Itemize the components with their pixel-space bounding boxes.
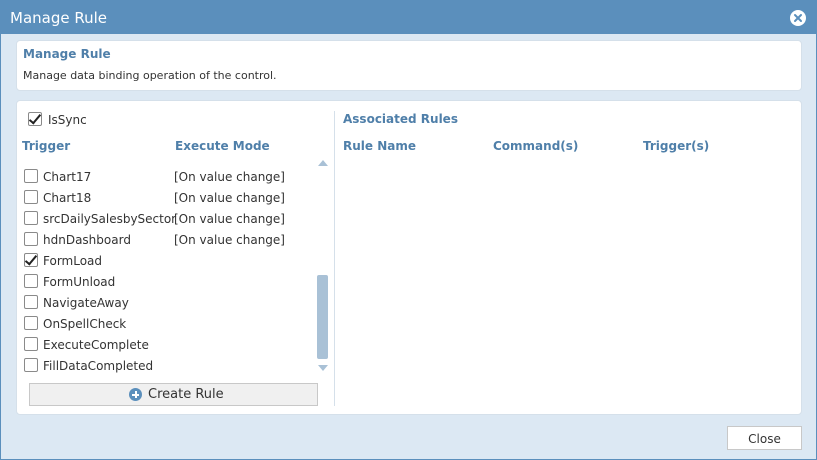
trigger-name: hdnDashboard xyxy=(43,233,131,247)
trigger-checkbox[interactable] xyxy=(24,337,38,351)
scrollbar-thumb[interactable] xyxy=(317,275,328,359)
issync-checkbox[interactable] xyxy=(28,112,42,126)
trigger-name: FormLoad xyxy=(43,254,103,268)
list-item[interactable]: hdnDashboard [On value change] xyxy=(17,228,317,249)
trigger-name: FillDataCompleted xyxy=(43,359,154,373)
rule-panel: IsSync Trigger Execute Mode Chart17 [On … xyxy=(16,100,802,415)
trigger-name: NavigateAway xyxy=(43,296,129,310)
execute-mode: [On value change] xyxy=(174,212,285,226)
trigger-name: Chart18 xyxy=(43,191,92,205)
info-title: Manage Rule xyxy=(23,47,111,61)
scroll-up-arrow-icon[interactable] xyxy=(318,160,328,166)
trigger-name: ExecuteComplete xyxy=(43,338,149,352)
trigger-checkbox[interactable] xyxy=(24,211,38,225)
scroll-down-arrow-icon[interactable] xyxy=(318,365,328,371)
dialog-title: Manage Rule xyxy=(10,9,108,27)
triggers-column-header: Trigger(s) xyxy=(643,139,710,153)
list-item[interactable]: Chart18 [On value change] xyxy=(17,186,317,207)
list-item[interactable]: Chart17 [On value change] xyxy=(17,165,317,186)
list-item[interactable]: FormUnload xyxy=(17,270,317,291)
commands-column-header: Command(s) xyxy=(493,139,579,153)
trigger-checkbox[interactable] xyxy=(24,232,38,246)
trigger-checkbox[interactable] xyxy=(24,253,38,267)
issync-label: IsSync xyxy=(48,113,87,127)
trigger-list: Chart17 [On value change] Chart18 [On va… xyxy=(17,155,317,375)
list-item[interactable]: FillDataCompleted xyxy=(17,354,317,375)
dialog-titlebar: Manage Rule xyxy=(1,1,816,34)
trigger-name: Chart17 xyxy=(43,170,92,184)
create-rule-label: Create Rule xyxy=(148,387,224,402)
execute-mode-column-header: Execute Mode xyxy=(175,139,270,153)
trigger-checkbox[interactable] xyxy=(24,169,38,183)
execute-mode: [On value change] xyxy=(174,170,285,184)
execute-mode: [On value change] xyxy=(174,191,285,205)
list-item[interactable]: NavigateAway xyxy=(17,291,317,312)
manage-rule-dialog: Manage Rule Manage Rule Manage data bind… xyxy=(0,0,817,460)
trigger-name: srcDailySalesbySector xyxy=(43,212,177,226)
list-item[interactable]: ExecuteComplete xyxy=(17,333,317,354)
close-icon[interactable] xyxy=(790,10,806,26)
list-item[interactable]: srcDailySalesbySector [On value change] xyxy=(17,207,317,228)
trigger-checkbox[interactable] xyxy=(24,274,38,288)
execute-mode: [On value change] xyxy=(174,233,285,247)
list-item[interactable]: OnSpellCheck xyxy=(17,312,317,333)
trigger-name: OnSpellCheck xyxy=(43,317,127,331)
trigger-name: FormUnload xyxy=(43,275,116,289)
trigger-checkbox[interactable] xyxy=(24,358,38,372)
trigger-checkbox[interactable] xyxy=(24,316,38,330)
close-button-label: Close xyxy=(748,432,781,446)
associated-rules-title: Associated Rules xyxy=(343,112,458,126)
info-panel: Manage Rule Manage data binding operatio… xyxy=(16,40,802,91)
trigger-checkbox[interactable] xyxy=(24,190,38,204)
trigger-checkbox[interactable] xyxy=(24,295,38,309)
create-rule-button[interactable]: Create Rule xyxy=(29,383,318,406)
plus-circle-icon xyxy=(129,388,142,401)
info-description: Manage data binding operation of the con… xyxy=(23,69,277,82)
list-item[interactable]: FormLoad xyxy=(17,249,317,270)
rule-name-column-header: Rule Name xyxy=(343,139,416,153)
close-button[interactable]: Close xyxy=(727,426,802,450)
panel-divider xyxy=(334,111,335,406)
trigger-column-header: Trigger xyxy=(22,139,71,153)
